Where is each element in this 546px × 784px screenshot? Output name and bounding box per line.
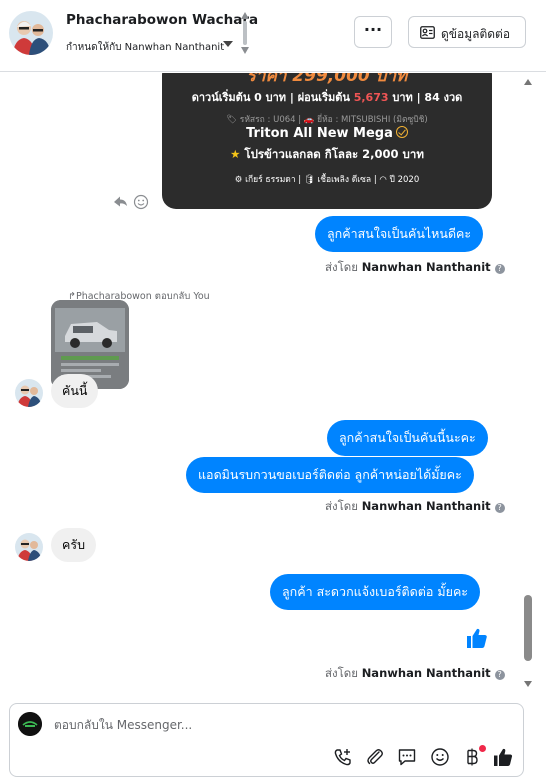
info-icon[interactable]: ? (494, 670, 505, 680)
like-icon[interactable] (492, 746, 514, 768)
ad-model: Triton All New Mega (162, 125, 492, 141)
assigned-to-label[interactable]: กำหนดให้กับ Nanwhan Nanthanit (66, 40, 224, 55)
verified-check-icon (395, 126, 408, 138)
contact-card-icon (420, 26, 435, 39)
sent-by-label: ส่งโดย Nanwhan Nanthanit? (325, 665, 505, 683)
contact-avatar[interactable] (9, 11, 53, 55)
more-options-button[interactable]: ··· (354, 16, 392, 48)
info-icon[interactable]: ? (494, 503, 505, 513)
message-thread[interactable]: ราคา 299,000 บาท ดาวน์เริ่มต้น 0 บาท | ผ… (0, 73, 546, 697)
page-avatar (18, 712, 42, 736)
scroll-up-arrow-icon[interactable] (524, 79, 532, 85)
messenger-app: Phacharabowon Wachara กำหนดให้กับ Nanwha… (0, 0, 546, 784)
message-actions (112, 193, 152, 211)
ad-price: ราคา 299,000 บาท (246, 73, 408, 86)
emoji-icon[interactable] (429, 746, 451, 768)
message-composer (9, 703, 524, 777)
conversation-header: Phacharabowon Wachara กำหนดให้กับ Nanwha… (0, 0, 546, 72)
reply-input[interactable] (54, 714, 494, 736)
add-call-icon[interactable] (332, 746, 354, 768)
ad-promo: ★ โปรข้าวแลกลด กิโลละ 2,000 บาท (230, 147, 424, 161)
outgoing-message[interactable]: ลูกค้าสนใจเป็นคันไหนดีคะ (315, 216, 484, 252)
reply-icon[interactable] (114, 196, 127, 207)
contact-info-label: ดูข้อมูลติดต่อ (441, 27, 511, 41)
chevron-down-icon[interactable] (223, 41, 233, 47)
up-down-arrows-icon[interactable] (240, 10, 250, 56)
contact-info-button[interactable]: ดูข้อมูลติดต่อ (408, 16, 526, 48)
incoming-message[interactable]: คันนี้ (51, 374, 99, 408)
incoming-message[interactable]: ครับ (51, 528, 97, 562)
notification-dot (479, 745, 486, 752)
outgoing-message[interactable]: ลูกค้าสนใจเป็นคันนี้นะคะ (327, 420, 488, 456)
info-icon[interactable]: ? (494, 264, 505, 274)
sent-by-label: ส่งโดย Nanwhan Nanthanit? (325, 498, 505, 516)
like-icon[interactable] (465, 626, 489, 650)
thread-scrollbar[interactable] (521, 73, 535, 697)
car-ad-card[interactable]: ราคา 299,000 บาท ดาวน์เริ่มต้น 0 บาท | ผ… (162, 73, 492, 209)
outgoing-message[interactable]: แอดมินรบกวนขอเบอร์ติดต่อ ลูกค้าหน่อยได้ม… (186, 457, 474, 493)
ad-terms: ดาวน์เริ่มต้น 0 บาท | ผ่อนเริ่มต้น 5,673… (191, 91, 463, 104)
contact-name[interactable]: Phacharabowon Wachara (66, 12, 258, 28)
outgoing-message[interactable]: ลูกค้า สะดวกแจ้งเบอร์ติดต่อ มั้ยคะ (270, 574, 481, 610)
ad-specs: ⚙ เกียร์ ธรรมดา | 🛢 เชื้อเพลิง ดีเซล | ◠… (234, 175, 420, 185)
attachment-icon[interactable] (364, 746, 386, 768)
emoji-icon[interactable] (133, 194, 149, 210)
scroll-down-arrow-icon[interactable] (524, 681, 532, 687)
contact-avatar-small[interactable] (15, 379, 43, 407)
sent-by-label: ส่งโดย Nanwhan Nanthanit? (325, 259, 505, 277)
saved-reply-icon[interactable] (396, 746, 418, 768)
scrollbar-thumb[interactable] (524, 595, 532, 661)
contact-avatar-small[interactable] (15, 533, 43, 561)
ad-meta: 🏷 รหัสรถ : U064 | 🚗 ยี่ห้อ : MITSUBISHI … (226, 115, 428, 125)
